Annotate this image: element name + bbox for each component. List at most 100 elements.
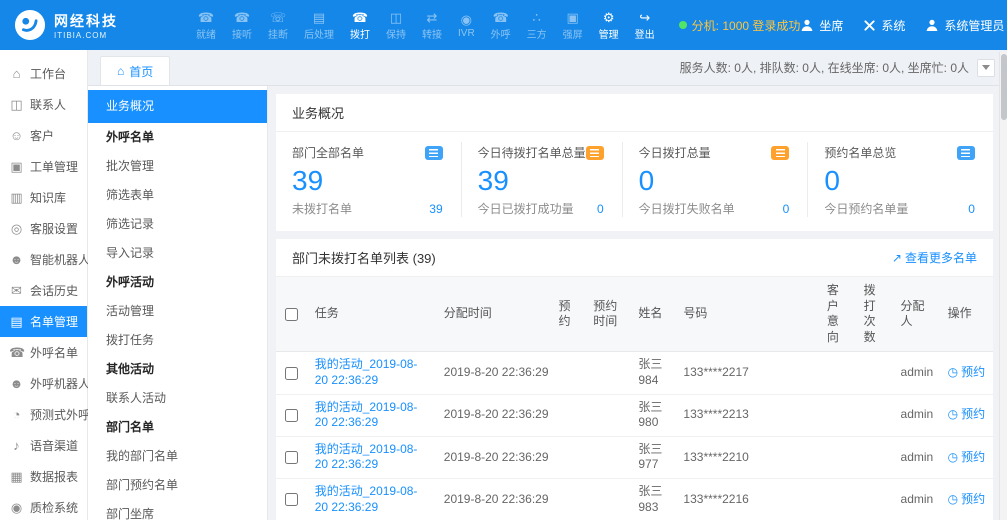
toolbar-hold[interactable]: ◫ 保持 xyxy=(378,10,414,41)
reserve-action-link[interactable]: ◷ 预约 xyxy=(948,365,986,381)
toolbar-outbound[interactable]: ☎ 外呼 xyxy=(483,10,519,41)
stats-dropdown-button[interactable] xyxy=(977,59,995,77)
logo-subtitle: ITIBIA.COM xyxy=(54,31,118,40)
answer-icon: ☎ xyxy=(234,10,250,25)
task-link[interactable]: 我的活动_2019-08-20 22:36:29 xyxy=(315,484,418,514)
sidebar-item-outbound-list[interactable]: ☎ 外呼名单 xyxy=(0,337,87,368)
sidebar-item-outbound-robot[interactable]: ☻ 外呼机器人 xyxy=(0,368,87,399)
sidebar-item-smart-robot[interactable]: ☻ 智能机器人 xyxy=(0,244,87,275)
sidebar-item-voice-channel[interactable]: ♪ 语音渠道 xyxy=(0,430,87,461)
sidebar-item-workorders[interactable]: ▣ 工单管理 xyxy=(0,151,87,182)
toolbar-afterwork[interactable]: ▤ 后处理 xyxy=(296,10,342,41)
tab-home[interactable]: ⌂ 首页 xyxy=(100,56,170,85)
page-scrollbar-thumb[interactable] xyxy=(1001,54,1007,120)
sidebar-item-predictive[interactable]: ◔ 预测式外呼 xyxy=(0,399,87,430)
row-checkbox[interactable] xyxy=(285,451,298,464)
intent-cell xyxy=(819,436,856,478)
reserve-time-cell xyxy=(585,394,630,436)
submenu-department-agents[interactable]: 部门坐席 xyxy=(88,500,267,520)
task-link[interactable]: 我的活动_2019-08-20 22:36:29 xyxy=(315,400,418,430)
submenu-filter-records[interactable]: 筛选记录 xyxy=(88,210,267,239)
sidebar-item-qc[interactable]: ◉ 质检系统 xyxy=(0,492,87,520)
view-more-link[interactable]: ↗ 查看更多名单 xyxy=(892,249,977,266)
dial-count-cell xyxy=(856,436,893,478)
stat-sub-value: 39 xyxy=(429,202,442,216)
submenu-dial-tasks[interactable]: 拨打任务 xyxy=(88,326,267,355)
reserve-time-cell xyxy=(585,352,630,394)
submenu-contact-activity[interactable]: 联系人活动 xyxy=(88,384,267,413)
sidebar-item-customers[interactable]: ☺ 客户 xyxy=(0,120,87,151)
stat-value: 39 xyxy=(478,165,604,197)
submenu-other-activity-header[interactable]: 其他活动 xyxy=(88,355,267,384)
submenu: 业务概况 外呼名单 批次管理 筛选表单 筛选记录 xyxy=(88,86,268,520)
sidebar-item-knowledge[interactable]: ▥ 知识库 xyxy=(0,182,87,213)
submenu-import-records[interactable]: 导入记录 xyxy=(88,239,267,268)
toolbar-transfer[interactable]: ⇄ 转接 xyxy=(414,10,450,41)
qc-icon: ◉ xyxy=(9,500,24,516)
sidebar-item-contacts[interactable]: ◫ 联系人 xyxy=(0,89,87,120)
toolbar-forcescreen[interactable]: ▣ 强屏 xyxy=(555,10,591,41)
toolbar-ivr[interactable]: ◉ IVR xyxy=(450,12,483,39)
logo-icon xyxy=(14,9,46,41)
stat-badge-icon[interactable] xyxy=(771,146,789,160)
toolbar-dial[interactable]: ☎ 拨打 xyxy=(342,10,378,41)
ivr-icon: ◉ xyxy=(461,12,472,27)
sidebar-item-chat-history[interactable]: ✉ 会话历史 xyxy=(0,275,87,306)
stat-sub-value: 0 xyxy=(783,202,790,216)
sidebar-item-service-settings[interactable]: ◎ 客服设置 xyxy=(0,213,87,244)
row-checkbox[interactable] xyxy=(285,493,298,506)
system-button[interactable]: 系统 xyxy=(863,17,905,34)
toolbar-threeway[interactable]: ∴ 三方 xyxy=(519,10,555,41)
agent-seat-button[interactable]: 坐席 xyxy=(800,17,843,34)
stat-sub-label: 今日已拨打成功量 xyxy=(478,200,574,217)
task-link[interactable]: 我的活动_2019-08-20 22:36:29 xyxy=(315,357,418,387)
online-dot-icon xyxy=(679,21,687,29)
sidebar-item-reports[interactable]: ▦ 数据报表 xyxy=(0,461,87,492)
list-title: 部门未拨打名单列表 (39) xyxy=(292,248,436,267)
toolbar-answer[interactable]: ☎ 接听 xyxy=(224,10,260,41)
hangup-icon: ☏ xyxy=(270,10,286,25)
admin-user-menu[interactable]: 系统管理员 xyxy=(925,17,1007,34)
sidebar-item-list-management[interactable]: ▤ 名单管理 xyxy=(0,306,87,337)
dial-count-cell xyxy=(856,352,893,394)
select-all-checkbox[interactable] xyxy=(285,308,298,321)
submenu-my-department-list[interactable]: 我的部门名单 xyxy=(88,442,267,471)
reserve-time-cell xyxy=(585,436,630,478)
task-link[interactable]: 我的活动_2019-08-20 22:36:29 xyxy=(315,442,418,472)
column-header: 分配人 xyxy=(893,277,940,352)
reserve-action-link[interactable]: ◷ 预约 xyxy=(948,450,986,466)
stat-badge-icon[interactable] xyxy=(425,146,443,160)
submenu-outbound-list-header[interactable]: 外呼名单 xyxy=(88,123,267,152)
column-header: 预约 xyxy=(550,277,585,352)
column-header: 号码 xyxy=(675,277,818,352)
toolbar-manage[interactable]: ⚙ 管理 xyxy=(591,10,627,41)
row-checkbox[interactable] xyxy=(285,367,298,380)
stat-sub-label: 今日拨打失败名单 xyxy=(639,200,735,217)
stat-badge-icon[interactable] xyxy=(586,146,604,160)
submenu-filter-form[interactable]: 筛选表单 xyxy=(88,181,267,210)
submenu-outbound-activity-header[interactable]: 外呼活动 xyxy=(88,268,267,297)
submenu-department-list-header[interactable]: 部门名单 xyxy=(88,413,267,442)
clock-icon: ◷ xyxy=(948,450,958,466)
table-row: 我的活动_2019-08-20 22:36:29 2019-8-20 22:36… xyxy=(276,352,993,394)
customers-icon: ☺ xyxy=(9,128,24,143)
toolbar-hangup[interactable]: ☏ 挂断 xyxy=(260,10,296,41)
sidebar-item-workbench[interactable]: ⌂ 工作台 xyxy=(0,58,87,89)
submenu-batch-management[interactable]: 批次管理 xyxy=(88,152,267,181)
name-cell: 张三 980 xyxy=(630,394,675,436)
outbound-icon: ☎ xyxy=(493,10,509,25)
reserve-action-link[interactable]: ◷ 预约 xyxy=(948,407,986,423)
row-checkbox[interactable] xyxy=(285,409,298,422)
submenu-business-overview[interactable]: 业务概况 xyxy=(88,90,267,123)
toolbar-logout[interactable]: ↪ 登出 xyxy=(627,10,663,41)
submenu-department-reserve-list[interactable]: 部门预约名单 xyxy=(88,471,267,500)
submenu-activity-management[interactable]: 活动管理 xyxy=(88,297,267,326)
assign-time-cell: 2019-8-20 22:36:29 xyxy=(436,478,551,520)
column-header: 拨打次数 xyxy=(856,277,893,352)
main-content: 业务概况 部门全部名单 39 未拨 xyxy=(268,86,1007,520)
stat-badge-icon[interactable] xyxy=(957,146,975,160)
column-header: 操作 xyxy=(940,277,993,352)
toolbar-ready[interactable]: ☎ 就绪 xyxy=(188,10,224,41)
reserve-action-link[interactable]: ◷ 预约 xyxy=(948,492,986,508)
page-scrollbar[interactable] xyxy=(999,52,1007,520)
